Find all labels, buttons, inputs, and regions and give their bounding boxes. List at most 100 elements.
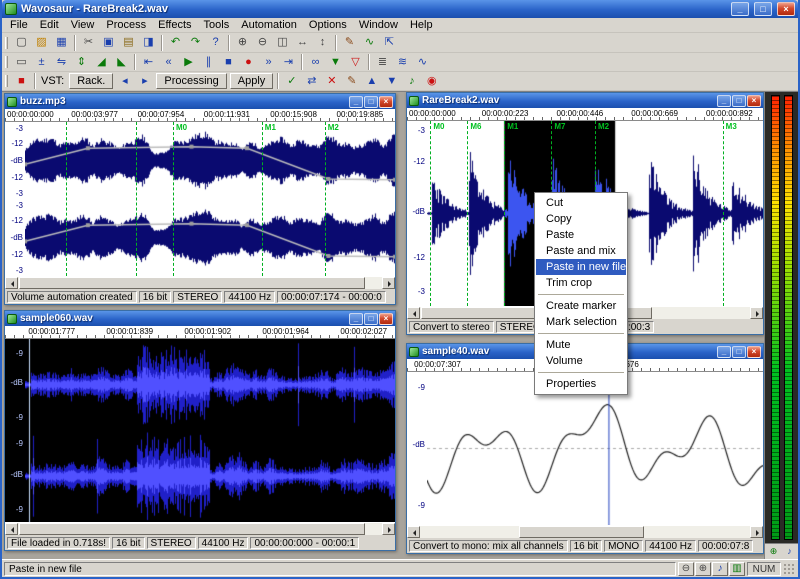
menu-item[interactable]: Window <box>353 18 404 32</box>
fade-out-icon[interactable]: ◣ <box>112 54 131 70</box>
scroll-left-arrow[interactable] <box>5 277 18 289</box>
vst-next-icon[interactable]: ▸ <box>135 73 154 89</box>
record-icon[interactable]: ● <box>239 54 258 70</box>
child-titlebar[interactable]: sample060.wav _ □ × <box>5 311 395 326</box>
menu-item[interactable]: Help <box>404 18 439 32</box>
menu-item[interactable]: Effects <box>152 18 197 32</box>
menu-item[interactable]: Tools <box>198 18 236 32</box>
toolbar-icon[interactable] <box>226 35 232 51</box>
paste-new-file-icon[interactable]: ◨ <box>139 35 158 51</box>
delete-marker-icon[interactable]: ▽ <box>346 54 365 70</box>
scroll-thumb[interactable] <box>519 526 644 538</box>
scroll-thumb[interactable] <box>19 277 365 289</box>
menu-item[interactable]: Process <box>100 18 152 32</box>
scroll-right-arrow[interactable] <box>382 523 395 535</box>
context-menu-item[interactable] <box>538 372 624 373</box>
insert-marker-icon[interactable]: ▼ <box>326 54 345 70</box>
spectrum-icon[interactable]: ≋ <box>393 54 412 70</box>
minimize-button[interactable]: _ <box>731 2 749 16</box>
scroll-left-arrow[interactable] <box>5 523 18 535</box>
titlebar[interactable]: Wavosaur - RareBreak2.wav _ □ × <box>2 0 798 18</box>
child-close-button[interactable]: × <box>747 346 761 358</box>
vst-remove-icon[interactable]: ✕ <box>322 73 341 89</box>
context-menu-item[interactable]: Properties <box>536 376 626 392</box>
child-minimize-button[interactable]: _ <box>717 95 731 107</box>
play-icon[interactable]: ▶ <box>179 54 198 70</box>
copy-icon[interactable]: ▣ <box>99 35 118 51</box>
rewind-icon[interactable]: « <box>159 54 178 70</box>
open-file-icon[interactable]: ▨ <box>32 35 51 51</box>
toolbar-icon[interactable] <box>299 54 305 70</box>
zoom-in-icon[interactable]: ⊕ <box>233 35 252 51</box>
status-meter-icon[interactable]: ▥ <box>729 562 745 576</box>
zoom-selection-icon[interactable]: ◫ <box>273 35 292 51</box>
timeline-ruler[interactable]: 00:00:00:00000:00:03:97700:00:07:95400:0… <box>5 109 395 122</box>
toolbar-icon[interactable] <box>366 54 372 70</box>
horizontal-scrollbar[interactable] <box>407 525 763 538</box>
child-close-button[interactable]: × <box>379 96 393 108</box>
forward-icon[interactable]: » <box>259 54 278 70</box>
meter-speaker-icon[interactable]: ♪ <box>783 545 797 558</box>
child-minimize-button[interactable]: _ <box>349 96 363 108</box>
meter-zoom-icon[interactable]: ⊕ <box>767 545 781 558</box>
close-button[interactable]: × <box>777 2 795 16</box>
context-menu-item[interactable]: Volume <box>536 353 626 369</box>
maximize-button[interactable]: □ <box>754 2 772 16</box>
child-minimize-button[interactable]: _ <box>717 346 731 358</box>
toolbar-icon[interactable] <box>132 54 138 70</box>
loop-icon[interactable]: ∞ <box>306 54 325 70</box>
toolbar-icon[interactable] <box>72 35 78 51</box>
oscilloscope-icon[interactable]: ∿ <box>413 54 432 70</box>
menu-item[interactable]: File <box>4 18 34 32</box>
context-menu-item[interactable] <box>538 294 624 295</box>
scroll-right-arrow[interactable] <box>750 307 763 319</box>
resize-grip[interactable] <box>783 563 796 576</box>
vst-preset-up-icon[interactable]: ▲ <box>362 73 381 89</box>
context-menu-item[interactable]: Paste and mix <box>536 243 626 259</box>
vst-rack-button[interactable]: Rack. <box>69 73 113 89</box>
normalize-icon[interactable]: ⇕ <box>72 54 91 70</box>
save-icon[interactable]: ▦ <box>52 35 71 51</box>
child-close-button[interactable]: × <box>747 95 761 107</box>
waveform-view-buzz[interactable]: M0M1M2 <box>25 122 395 276</box>
child-maximize-button[interactable]: □ <box>732 346 746 358</box>
scroll-track[interactable] <box>18 277 382 289</box>
cut-icon[interactable]: ✂ <box>79 35 98 51</box>
child-minimize-button[interactable]: _ <box>349 313 363 325</box>
menu-item[interactable]: Options <box>303 18 353 32</box>
asio-stop-icon[interactable]: ■ <box>12 73 31 89</box>
toolbar-icon[interactable] <box>333 35 339 51</box>
undo-icon[interactable]: ↶ <box>166 35 185 51</box>
redo-icon[interactable]: ↷ <box>186 35 205 51</box>
invert-phase-icon[interactable]: ± <box>32 54 51 70</box>
child-maximize-button[interactable]: □ <box>364 96 378 108</box>
context-menu-item[interactable]: Copy <box>536 211 626 227</box>
document-window-buzz[interactable]: buzz.mp3 _ □ × 00:00:00:00000:00:03:9770… <box>4 93 396 305</box>
menu-item[interactable]: View <box>65 18 101 32</box>
toolbar-grip[interactable] <box>5 56 8 68</box>
scroll-left-arrow[interactable] <box>407 526 420 538</box>
scroll-thumb[interactable] <box>19 523 365 535</box>
child-maximize-button[interactable]: □ <box>364 313 378 325</box>
toolbar-grip[interactable] <box>5 75 8 87</box>
waveform-view-sample060[interactable] <box>25 339 395 522</box>
goto-start-icon[interactable]: ⇤ <box>139 54 158 70</box>
select-mode-icon[interactable]: ⇱ <box>380 35 399 51</box>
child-maximize-button[interactable]: □ <box>732 95 746 107</box>
draw-mode-icon[interactable]: ✎ <box>340 35 359 51</box>
vst-processing-button[interactable]: Processing <box>156 73 226 89</box>
zoom-out-icon[interactable]: ⊖ <box>253 35 272 51</box>
horizontal-scrollbar[interactable] <box>5 276 395 289</box>
scroll-track[interactable] <box>420 526 750 538</box>
statistics-icon[interactable]: ≣ <box>373 54 392 70</box>
menu-item[interactable]: Automation <box>235 18 303 32</box>
child-titlebar[interactable]: RareBreak2.wav _ □ × <box>407 93 763 108</box>
help-icon[interactable]: ? <box>206 35 225 51</box>
fade-in-icon[interactable]: ◢ <box>92 54 111 70</box>
vst-prev-icon[interactable]: ◂ <box>115 73 134 89</box>
status-speaker-icon[interactable]: ♪ <box>712 562 728 576</box>
context-menu-item[interactable]: Create marker <box>536 298 626 314</box>
scroll-right-arrow[interactable] <box>750 526 763 538</box>
vst-preset-down-icon[interactable]: ▼ <box>382 73 401 89</box>
waveform-canvas[interactable] <box>25 122 395 276</box>
